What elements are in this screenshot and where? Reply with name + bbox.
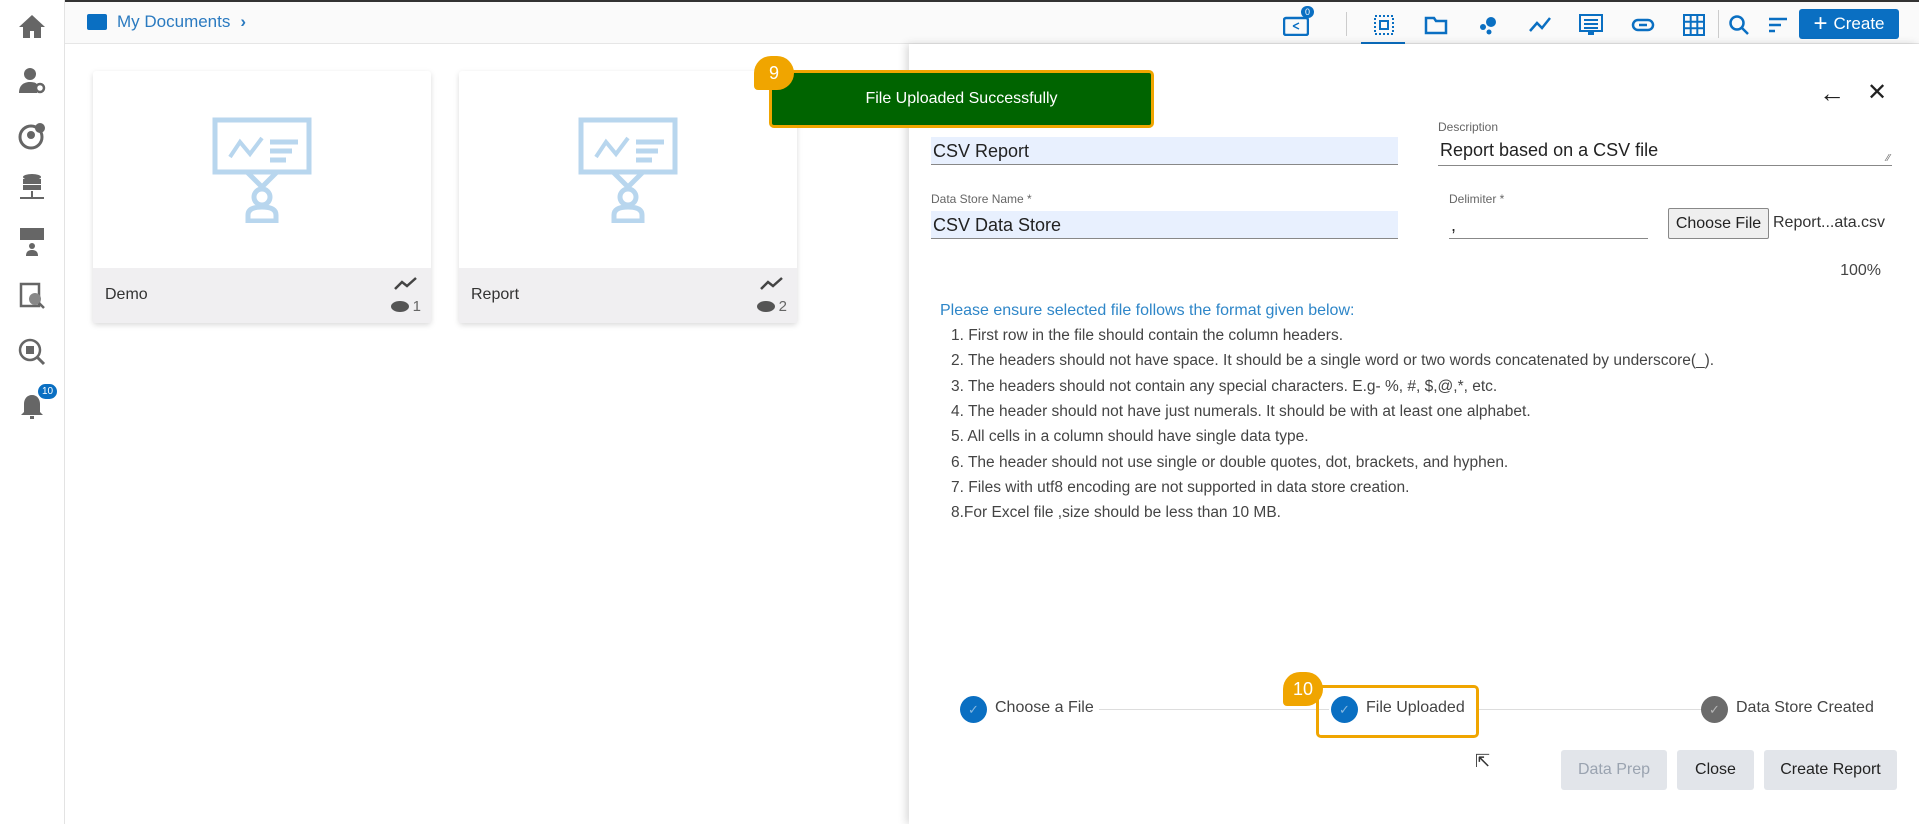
back-arrow-icon[interactable]: ← [1819,78,1845,109]
home-icon[interactable] [16,10,48,42]
instruction-item: 8.For Excel file ,size should be less th… [951,504,1281,521]
mouse-cursor-icon: ⇱ [1475,751,1491,771]
report-card-report[interactable]: Report 2 [459,71,797,323]
presentation-icon[interactable] [16,226,48,258]
view-count-value: 1 [412,298,421,315]
folder-icon [87,14,107,30]
report-name-input[interactable]: CSV Report [931,137,1398,165]
eye-icon [756,301,775,312]
grid-icon[interactable] [1681,12,1707,38]
folder-outline-icon[interactable] [1423,12,1449,38]
data-prep-button[interactable]: Data Prep [1561,750,1667,790]
eye-icon [390,301,409,312]
toast-badge: 9 [754,56,794,90]
stepper-connector [1479,709,1704,710]
instruction-item: 4. The header should not have just numer… [951,403,1531,420]
report-card-demo[interactable]: Demo 1 [93,71,431,323]
card-title[interactable]: Demo [105,286,148,304]
create-report-panel: ← ✕ CSV Report Description Report based … [909,44,1919,824]
dashboard-icon[interactable] [1578,12,1604,38]
upload-progress: 100% [1840,262,1881,279]
toast-message: File Uploaded Successfully [865,90,1058,107]
instruction-item: 5. All cells in a column should have sin… [951,428,1309,445]
instruction-item: 6. The header should not use single or d… [951,454,1509,471]
highlight-box [1316,685,1479,738]
create-label: Create [1833,14,1885,33]
step-data-store-created: Data Store Created [1736,699,1874,716]
step-choose-file: Choose a File [995,699,1094,716]
user-settings-icon[interactable] [16,64,48,96]
step-badge: 10 [1283,672,1323,706]
top-bar: My Documents › 0 + Create [65,0,1919,45]
resize-handle-icon[interactable]: ⁄⁄ [1887,153,1890,164]
search-database-icon[interactable] [16,336,48,368]
notification-badge: 10 [38,384,58,399]
breadcrumb[interactable]: My Documents › [87,12,246,32]
sort-icon[interactable] [1765,12,1791,38]
card-title[interactable]: Report [471,286,519,304]
selected-file-name: Report...ata.csv [1773,214,1886,231]
instructions-title: Please ensure selected file follows the … [940,302,1355,319]
plus-icon: + [1813,10,1828,37]
close-icon[interactable]: ✕ [1867,78,1887,107]
step-complete-icon: ✓ [960,696,987,723]
divider [1346,12,1347,36]
instruction-item: 3. The headers should not contain any sp… [951,378,1498,395]
database-network-icon[interactable] [16,172,48,204]
choose-file-button[interactable]: Choose File [1668,208,1769,239]
share-badge: 0 [1301,6,1315,18]
report-thumbnail-icon [93,71,431,268]
close-button[interactable]: Close [1677,750,1754,790]
breadcrumb-my-documents[interactable]: My Documents [117,12,230,32]
datastore-name-input[interactable]: CSV Data Store [931,211,1398,239]
instruction-item: 7. Files with utf8 encoding are not supp… [951,479,1410,496]
view-count-value: 2 [778,298,787,315]
link-icon[interactable] [1630,12,1656,38]
delimiter-label: Delimiter * [1449,192,1505,206]
report-thumbnail-icon [459,71,797,268]
stepper-connector [1099,709,1329,710]
delimiter-input[interactable]: , [1449,211,1648,239]
search-icon[interactable] [1726,12,1752,38]
line-chart-icon [759,276,785,297]
view-count: 2 [756,298,787,315]
bubble-chart-icon[interactable] [1475,12,1501,38]
create-button[interactable]: + Create [1799,9,1899,39]
all-items-icon[interactable] [1371,12,1397,38]
instruction-item: 2. The headers should not have space. It… [951,352,1715,369]
view-count: 1 [390,298,421,315]
success-toast: File Uploaded Successfully [769,70,1154,128]
line-chart-icon[interactable] [1527,12,1553,38]
create-report-button[interactable]: Create Report [1764,750,1897,790]
data-search-icon[interactable] [16,280,48,312]
sidebar: 10 [0,0,65,824]
divider [1718,10,1719,38]
line-chart-icon [393,276,419,297]
description-label: Description [1438,120,1499,134]
step-pending-icon: ✓ [1701,696,1728,723]
datastore-name-label: Data Store Name * [931,192,1032,206]
description-textarea[interactable]: Report based on a CSV file ⁄⁄ [1438,136,1892,166]
user-security-icon[interactable] [16,120,48,152]
description-value: Report based on a CSV file [1440,140,1659,160]
chevron-right-icon: › [240,12,247,31]
instruction-item: 1. First row in the file should contain … [951,327,1344,344]
